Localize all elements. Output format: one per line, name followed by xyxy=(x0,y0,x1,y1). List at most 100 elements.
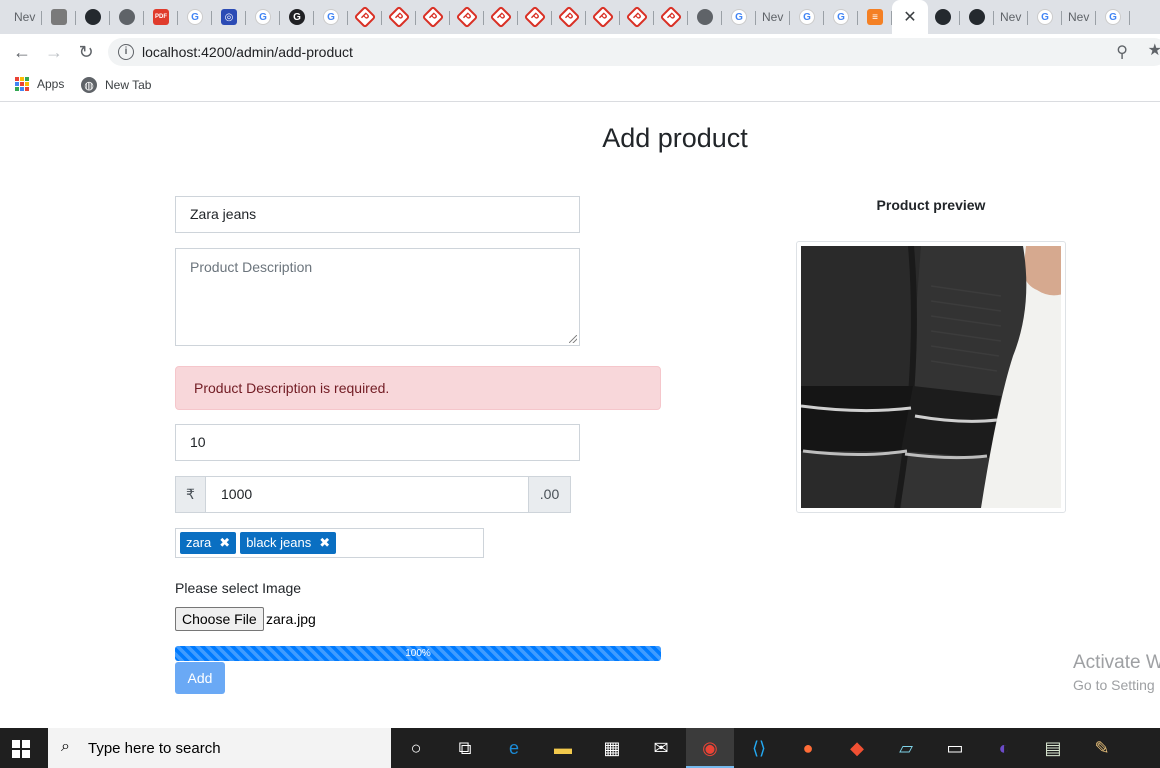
browser-tab[interactable]: G xyxy=(722,2,756,32)
browser-tab[interactable] xyxy=(926,2,960,32)
url-text[interactable]: localhost:4200/admin/add-product xyxy=(142,44,353,60)
browser-tab[interactable]: G xyxy=(314,2,348,32)
browser-tab[interactable]: Nev xyxy=(8,2,42,32)
task-view-icon[interactable]: ⧉ xyxy=(441,728,489,768)
google-icon: G xyxy=(833,9,849,25)
remove-tag-icon[interactable]: ✖ xyxy=(319,532,330,554)
search-icon: ⌕ xyxy=(61,738,70,755)
windows-start-icon[interactable] xyxy=(12,740,30,758)
stackoverflow-icon: ≡ xyxy=(867,9,883,25)
site-info-icon[interactable]: i xyxy=(118,44,134,60)
tags-input[interactable]: zara ✖ black jeans ✖ xyxy=(175,528,484,558)
browser-tab[interactable]: PDF xyxy=(144,2,178,32)
browser-tab[interactable]: P xyxy=(552,2,586,32)
browser-tab[interactable]: G xyxy=(246,2,280,32)
mail-icon[interactable]: ✉ xyxy=(637,728,685,768)
reload-icon[interactable]: ↻ xyxy=(74,40,98,64)
product-description-textarea[interactable]: Product Description xyxy=(175,248,580,346)
browser-tab[interactable]: G xyxy=(790,2,824,32)
eclipse-icon[interactable]: ◐ xyxy=(980,728,1028,768)
git-icon[interactable]: ◆ xyxy=(833,728,881,768)
google-icon: G xyxy=(187,9,203,25)
browser-tab[interactable]: G xyxy=(824,2,858,32)
tag-label: zara xyxy=(186,535,212,550)
browser-tab[interactable]: ≡ xyxy=(858,2,892,32)
browser-tab[interactable]: P xyxy=(416,2,450,32)
price-input[interactable]: 1000 xyxy=(205,476,529,513)
bookmark-new-tab[interactable]: ◍ New Tab xyxy=(81,77,151,93)
tag-chip: zara ✖ xyxy=(180,532,237,554)
postman-icon[interactable]: ● xyxy=(784,728,832,768)
github-icon xyxy=(85,9,101,25)
browser-tab[interactable]: G xyxy=(280,2,314,32)
bookmark-apps[interactable]: Apps xyxy=(15,77,64,91)
price-suffix: .00 xyxy=(529,476,571,513)
watermark-line-1: Activate W xyxy=(1073,652,1160,673)
browser-tab[interactable]: P xyxy=(348,2,382,32)
zoom-icon[interactable]: ⚲ xyxy=(1116,42,1128,62)
pp-icon: P xyxy=(523,5,547,29)
paint-icon[interactable]: ✎ xyxy=(1078,728,1126,768)
browser-tab[interactable] xyxy=(688,2,722,32)
page-title: Add product xyxy=(602,123,748,153)
pp-icon: P xyxy=(625,5,649,29)
browser-tab[interactable]: Nev xyxy=(756,2,790,32)
tag-label: black jeans xyxy=(246,535,312,550)
bookmark-label: New Tab xyxy=(105,78,152,92)
store-icon[interactable]: ▦ xyxy=(588,728,636,768)
remove-tag-icon[interactable]: ✖ xyxy=(219,532,230,554)
pp-icon: P xyxy=(421,5,445,29)
browser-tab[interactable]: ◎ xyxy=(212,2,246,32)
browser-tab[interactable] xyxy=(960,2,994,32)
bookmark-label: Apps xyxy=(37,77,65,91)
browser-tab[interactable]: P xyxy=(484,2,518,32)
taskbar-search-box[interactable]: ⌕ Type here to search xyxy=(48,728,391,768)
windows-activation-watermark: Activate W Go to Setting xyxy=(1073,652,1160,693)
price-input-group: ₹ 1000 .00 xyxy=(175,476,571,513)
file-explorer-icon[interactable]: ▬ xyxy=(539,728,587,768)
browser-tab[interactable]: P xyxy=(620,2,654,32)
pp-icon: P xyxy=(353,5,377,29)
preview-title: Product preview xyxy=(876,197,986,213)
globe-icon xyxy=(697,9,713,25)
vscode-icon[interactable]: ⟨⟩ xyxy=(735,728,783,768)
browser-tab[interactable]: G xyxy=(178,2,212,32)
close-tab-icon[interactable]: ✕ xyxy=(903,7,916,27)
app-icon: ◎ xyxy=(221,9,237,25)
back-icon[interactable]: ← xyxy=(10,40,34,64)
browser-tab[interactable] xyxy=(76,2,110,32)
bookmark-star-icon[interactable]: ★ xyxy=(1148,40,1160,60)
cortana-icon[interactable]: ○ xyxy=(392,728,440,768)
browser-tab[interactable]: P xyxy=(654,2,688,32)
browser-tab[interactable]: G xyxy=(1028,2,1062,32)
tab-title: Nev xyxy=(1068,10,1090,24)
browser-tab[interactable]: P xyxy=(586,2,620,32)
product-name-input[interactable]: Zara jeans xyxy=(175,196,580,233)
resize-handle-icon[interactable] xyxy=(569,335,577,343)
terminal-icon[interactable]: ▭ xyxy=(931,728,979,768)
browser-tab[interactable]: P xyxy=(518,2,552,32)
browser-tab[interactable]: Nev xyxy=(994,2,1028,32)
add-button[interactable]: Add xyxy=(175,662,225,694)
browser-tab[interactable]: P xyxy=(450,2,484,32)
github-icon xyxy=(935,9,951,25)
forward-icon[interactable]: → xyxy=(42,40,66,64)
app-window-icon[interactable]: ▤ xyxy=(1029,728,1077,768)
browser-tab[interactable]: Nev xyxy=(1062,2,1096,32)
choose-file-button[interactable]: Choose File xyxy=(175,607,264,631)
browser-tab[interactable]: P xyxy=(382,2,416,32)
document-icon xyxy=(51,9,67,25)
pp-icon: P xyxy=(489,5,513,29)
notepad-icon[interactable]: ▱ xyxy=(882,728,930,768)
chrome-icon[interactable]: ◉ xyxy=(686,728,734,768)
browser-tab[interactable] xyxy=(42,2,76,32)
browser-tab[interactable]: G xyxy=(1096,2,1130,32)
pp-icon: P xyxy=(659,5,683,29)
pp-icon: P xyxy=(591,5,615,29)
browser-tab[interactable] xyxy=(110,2,144,32)
edge-icon[interactable]: e xyxy=(490,728,538,768)
browser-tab[interactable]: ✕ xyxy=(892,0,928,34)
tab-title: Nev xyxy=(1000,10,1022,24)
quantity-input[interactable]: 10 xyxy=(175,424,580,461)
address-bar[interactable]: i localhost:4200/admin/add-product ⚲ ★ xyxy=(108,38,1160,66)
